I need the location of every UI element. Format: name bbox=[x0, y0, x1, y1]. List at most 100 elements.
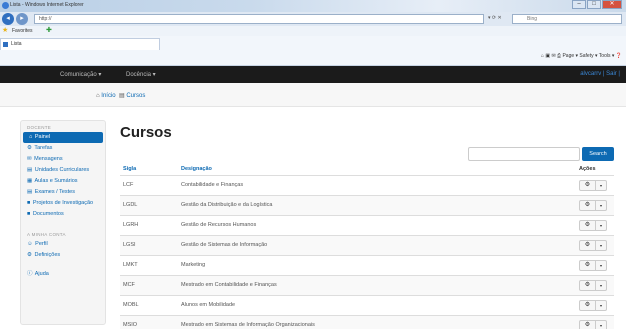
caret-down-icon[interactable]: ▾ bbox=[595, 300, 606, 310]
gear-icon[interactable]: ⚙ bbox=[580, 241, 595, 250]
row-actions-button-group[interactable]: ⚙ ▾ bbox=[579, 279, 607, 291]
sidebar-item-exames[interactable]: ▤ Exames / Testes bbox=[21, 187, 105, 198]
favorites-star-icon[interactable]: ★ bbox=[2, 27, 8, 35]
gear-icon[interactable]: ⚙ bbox=[580, 261, 595, 270]
sidebar-item-unidades[interactable]: ▤ Unidades Curriculares bbox=[21, 165, 105, 176]
breadcrumb-trail: ⌂ Início ▤ Cursos bbox=[96, 92, 145, 99]
command-bar[interactable]: ⌂ ▣ ✉ ⎙ Page ▾ Safety ▾ Tools ▾ ❓ bbox=[541, 53, 622, 59]
back-button[interactable]: ◂ bbox=[2, 13, 14, 25]
tab-title: Lista bbox=[11, 41, 22, 47]
sidebar-item-label: Tarefas bbox=[34, 145, 53, 151]
sidebar-item-aulas[interactable]: ▦ Aulas e Sumários bbox=[21, 176, 105, 187]
minimize-button[interactable]: – bbox=[572, 0, 586, 9]
address-row: ◂ ▸ http:// ▾ ⟳ ✕ Bing bbox=[0, 12, 626, 26]
breadcrumb: ⌂ Início ▤ Cursos bbox=[0, 83, 626, 107]
sidebar-item-mensagens[interactable]: ✉ Mensagens bbox=[21, 154, 105, 165]
row-actions-button-group[interactable]: ⚙ ▾ bbox=[579, 219, 607, 231]
table-row: MSIO Mestrado em Sistemas de Informação O… bbox=[120, 314, 614, 329]
page-favicon-icon bbox=[3, 42, 8, 47]
sidebar-item-ajuda[interactable]: ⓘ Ajuda bbox=[21, 269, 105, 280]
sidebar-item-painel[interactable]: ⌂ Painel bbox=[23, 132, 103, 143]
sidebar-item-label: Aulas e Sumários bbox=[34, 178, 78, 184]
cell-sigla: LGSI bbox=[120, 234, 178, 255]
feeds-icon[interactable]: ▣ bbox=[545, 53, 550, 59]
caret-down-icon[interactable]: ▾ bbox=[595, 200, 606, 210]
caret-down-icon[interactable]: ▾ bbox=[595, 320, 606, 329]
row-actions-button-group[interactable]: ⚙ ▾ bbox=[579, 299, 607, 311]
sidebar-section-conta: A MINHA CONTA bbox=[27, 232, 66, 237]
command-bar-menus[interactable]: Page ▾ Safety ▾ Tools ▾ bbox=[562, 53, 614, 59]
gear-icon: ⚙ bbox=[27, 145, 32, 151]
list-icon: ▤ bbox=[27, 189, 33, 195]
sidebar-section-docente: DOCENTE bbox=[27, 125, 52, 130]
sidebar-item-documentos[interactable]: ■ Documentos bbox=[21, 209, 105, 220]
page-title: Cursos bbox=[120, 124, 172, 141]
breadcrumb-current[interactable]: Cursos bbox=[126, 93, 145, 99]
sidebar-item-label: Exames / Testes bbox=[34, 189, 75, 195]
search-input[interactable] bbox=[468, 147, 580, 161]
gear-icon[interactable]: ⚙ bbox=[580, 321, 595, 329]
favorites-label[interactable]: Favorites bbox=[12, 28, 33, 34]
row-actions-button-group[interactable]: ⚙ ▾ bbox=[579, 239, 607, 251]
breadcrumb-home[interactable]: Início bbox=[101, 93, 115, 99]
table-row: LMKT Marketing ⚙ ▾ bbox=[120, 254, 614, 275]
user-icon: ☺ bbox=[27, 241, 33, 247]
row-actions-button-group[interactable]: ⚙ ▾ bbox=[579, 179, 607, 191]
row-actions-button-group[interactable]: ⚙ ▾ bbox=[579, 259, 607, 271]
cell-designacao: Mestrado em Contabilidade e Finanças bbox=[178, 274, 576, 295]
caret-down-icon[interactable]: ▾ bbox=[595, 280, 606, 290]
sidebar-item-projetos[interactable]: ■ Projetos de Investigação bbox=[21, 198, 105, 209]
caret-down-icon[interactable]: ▾ bbox=[595, 260, 606, 270]
column-header-designacao[interactable]: Designação bbox=[178, 164, 576, 176]
cell-acoes: ⚙ ▾ bbox=[576, 294, 614, 315]
forward-button[interactable]: ▸ bbox=[16, 13, 28, 25]
gear-icon[interactable]: ⚙ bbox=[580, 201, 595, 210]
column-header-sigla[interactable]: Sigla bbox=[120, 164, 178, 176]
table-row: MCF Mestrado em Contabilidade e Finanças ⚙… bbox=[120, 274, 614, 295]
refresh-stop-icons[interactable]: ▾ ⟳ ✕ bbox=[488, 15, 502, 21]
browser-search-box[interactable]: Bing bbox=[512, 14, 622, 24]
add-favorite-icon[interactable]: ✚ bbox=[46, 27, 52, 35]
sidebar-item-perfil[interactable]: ☺ Perfil bbox=[21, 239, 105, 250]
cell-designacao: Gestão de Sistemas de Informação bbox=[178, 234, 576, 255]
sidebar-item-definicoes[interactable]: ⚙ Definições bbox=[21, 250, 105, 261]
caret-down-icon[interactable]: ▾ bbox=[595, 180, 606, 190]
caret-down-icon[interactable]: ▾ bbox=[595, 220, 606, 230]
address-bar[interactable]: http:// bbox=[34, 14, 484, 24]
gear-icon[interactable]: ⚙ bbox=[580, 281, 595, 290]
cell-sigla: LGRH bbox=[120, 214, 178, 235]
document-icon: ■ bbox=[27, 211, 31, 217]
column-header-acoes: Ações bbox=[576, 164, 614, 176]
menu-docencia[interactable]: Docência ▾ bbox=[126, 71, 156, 78]
cell-sigla: LGDL bbox=[120, 194, 178, 215]
sidebar-item-tarefas[interactable]: ⚙ Tarefas bbox=[21, 143, 105, 154]
close-window-button[interactable]: ✕ bbox=[602, 0, 622, 9]
browser-tab[interactable]: Lista bbox=[0, 38, 160, 50]
cell-designacao: Marketing bbox=[178, 254, 576, 275]
home-icon[interactable]: ⌂ bbox=[541, 53, 544, 59]
gear-icon: ⚙ bbox=[27, 252, 32, 258]
gear-icon[interactable]: ⚙ bbox=[580, 181, 595, 190]
table-row: MOBL Alunos em Mobilidade ⚙ ▾ bbox=[120, 294, 614, 315]
row-actions-button-group[interactable]: ⚙ ▾ bbox=[579, 319, 607, 329]
gear-icon[interactable]: ⚙ bbox=[580, 301, 595, 310]
cell-designacao: Gestão de Recursos Humanos bbox=[178, 214, 576, 235]
home-icon: ⌂ bbox=[29, 134, 33, 140]
maximize-button[interactable]: □ bbox=[587, 0, 601, 9]
ie-logo-icon bbox=[2, 2, 9, 9]
mail-icon[interactable]: ✉ bbox=[551, 53, 555, 59]
user-menu[interactable]: alvcarrv | Sair | bbox=[580, 71, 620, 77]
table-row: LCF Contabilidade e Finanças ⚙ ▾ bbox=[120, 174, 614, 195]
search-button[interactable]: Search bbox=[582, 147, 614, 161]
sidebar-item-label: Perfil bbox=[35, 241, 48, 247]
help-icon[interactable]: ❓ bbox=[616, 53, 622, 59]
cell-acoes: ⚙ ▾ bbox=[576, 174, 614, 195]
print-icon[interactable]: ⎙ bbox=[557, 53, 561, 59]
row-actions-button-group[interactable]: ⚙ ▾ bbox=[579, 199, 607, 211]
menu-comunicacao[interactable]: Comunicação ▾ bbox=[60, 71, 101, 78]
cell-sigla: LCF bbox=[120, 174, 178, 195]
gear-icon[interactable]: ⚙ bbox=[580, 221, 595, 230]
caret-down-icon[interactable]: ▾ bbox=[595, 240, 606, 250]
favorites-bar: ★ Favorites ✚ bbox=[0, 26, 626, 36]
table-row: LGDL Gestão da Distribuição e da Logístic… bbox=[120, 194, 614, 215]
